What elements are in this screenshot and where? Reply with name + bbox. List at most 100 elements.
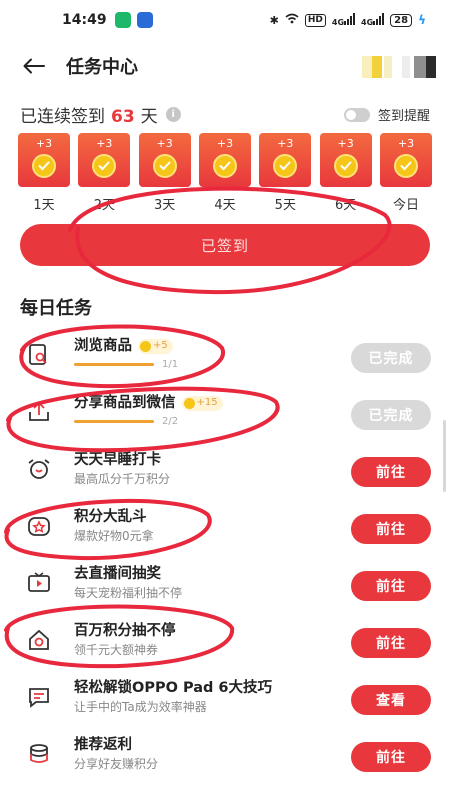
day-reward: +3: [277, 137, 294, 150]
day-card: +3: [18, 133, 70, 187]
coin-icon: [183, 397, 195, 409]
task-progress-text: 1/1: [162, 359, 179, 370]
day-card: +3: [379, 133, 432, 187]
checkin-days: +3 1天 +3 2天 +3 3天 +3 4天 +3 5天 +3 6天 +3 今日: [18, 133, 432, 213]
day-label: 今日: [392, 198, 419, 213]
task-list: 浏览商品 +5 1/1 已完成 分享商品到微信 +15 2/2 已完成 天天早睡打卡 最高瓜分千万…: [0, 326, 450, 782]
task-go-button[interactable]: 前往: [351, 742, 431, 772]
charging-icon: ϟ: [418, 13, 426, 27]
reminder-toggle[interactable]: [343, 107, 370, 122]
task-row: 积分大乱斗 爆款好物0元拿 前往: [0, 497, 450, 554]
scrollbar[interactable]: [443, 420, 446, 492]
task-go-button[interactable]: 前往: [351, 514, 431, 544]
task-row: 分享商品到微信 +15 2/2 已完成: [0, 383, 450, 440]
day-label: 5天: [274, 198, 296, 213]
header: 任务中心: [0, 46, 450, 86]
task-row: 轻松解锁OPPO Pad 6大技巧 让手中的Ta成为效率神器 查看: [0, 668, 450, 725]
checked-coin-icon: [152, 154, 177, 178]
task-subtitle: 爆款好物0元拿: [74, 529, 154, 543]
task-row: 天天早睡打卡 最高瓜分千万积分 前往: [0, 440, 450, 497]
cellular-signal-icon-2: 4G: [361, 12, 385, 28]
day-label: 2天: [93, 198, 115, 213]
points-badge: +5: [138, 338, 173, 354]
avatar[interactable]: [362, 56, 440, 78]
task-info: 推荐返利 分享好友赚积分: [74, 735, 334, 773]
day-reward: +3: [397, 137, 415, 150]
signed-in-button[interactable]: 已签到: [20, 224, 430, 266]
day-card: +3: [138, 133, 191, 187]
day-reward: +3: [96, 137, 113, 150]
back-button[interactable]: [14, 46, 54, 86]
day-label: 4天: [214, 198, 236, 213]
checkin-day: +3 5天: [259, 133, 312, 213]
task-go-button[interactable]: 前往: [351, 628, 431, 658]
task-row: 去直播间抽奖 每天宠粉福利抽不停 前往: [0, 554, 450, 611]
day-card: +3: [259, 133, 312, 187]
day-reward: +3: [35, 137, 53, 150]
bluetooth-icon: ✱: [269, 13, 279, 27]
task-subtitle: 每天宠粉福利抽不停: [74, 586, 183, 600]
task-progress-bar: [74, 363, 154, 366]
task-info: 百万积分抽不停 领千元大额神券: [74, 621, 334, 659]
wifi-icon: [285, 13, 299, 27]
points-badge: +15: [181, 395, 223, 411]
task-row: 推荐返利 分享好友赚积分 前往: [0, 725, 450, 782]
task-name: 天天早睡打卡: [74, 452, 161, 468]
day-label: 6天: [335, 198, 357, 213]
task-subtitle: 最高瓜分千万积分: [74, 472, 171, 486]
task-name: 分享商品到微信: [74, 395, 176, 411]
checked-coin-icon: [273, 154, 298, 178]
task-go-button[interactable]: 查看: [351, 685, 431, 715]
day-reward: +3: [216, 137, 234, 150]
task-subtitle: 让手中的Ta成为效率神器: [74, 700, 207, 714]
task-name: 积分大乱斗: [74, 509, 147, 525]
search-doc-icon: [22, 340, 56, 370]
checkin-day: +3 2天: [78, 133, 131, 213]
alarm-clock-icon: [22, 454, 56, 484]
task-info: 去直播间抽奖每天宠粉福利抽不停: [74, 564, 334, 602]
daily-tasks-title: 每日任务: [20, 298, 92, 319]
checked-coin-icon: [333, 154, 358, 178]
checkin-day: +3 4天: [198, 133, 251, 213]
wechat-notification-icon: [114, 12, 131, 28]
home-star-icon: [22, 625, 56, 655]
streak-count: 63: [111, 107, 135, 127]
day-card: +3: [319, 133, 372, 187]
day-card: +3: [78, 133, 131, 187]
day-reward: +3: [337, 137, 354, 150]
task-name: 浏览商品: [74, 338, 132, 354]
task-go-button[interactable]: 前往: [351, 571, 431, 601]
status-bar: 14:49 ✱ HD 4G 4G 28 ϟ: [0, 0, 450, 40]
streak-text: 已连续签到 63 天: [20, 107, 158, 127]
task-name: 去直播间抽奖: [74, 566, 161, 582]
task-info: 积分大乱斗爆款好物0元拿: [74, 507, 334, 545]
checked-coin-icon: [92, 154, 117, 178]
coin-stack-icon: [22, 739, 56, 769]
status-time: 14:49: [62, 12, 107, 28]
star-badge-icon: [22, 511, 56, 541]
app-notification-icon: [136, 12, 153, 28]
battery-icon: 28: [390, 13, 413, 27]
coin-icon: [140, 340, 151, 352]
checked-coin-icon: [32, 154, 56, 178]
day-label: 3天: [154, 198, 176, 213]
task-go-button[interactable]: 前往: [351, 457, 431, 487]
task-completed-button[interactable]: 已完成: [351, 343, 431, 373]
hd-indicator: HD: [304, 13, 326, 27]
back-arrow-icon: [23, 58, 45, 74]
checked-coin-icon: [393, 154, 418, 178]
checked-coin-icon: [212, 154, 237, 178]
checkin-day: +3 1天: [18, 133, 70, 213]
status-indicators: ✱ HD 4G 4G 28 ϟ: [269, 12, 426, 28]
task-info: 轻松解锁OPPO Pad 6大技巧 让手中的Ta成为效率神器: [74, 678, 334, 716]
live-tv-icon: [22, 568, 56, 598]
reminder-label: 签到提醒: [377, 109, 430, 124]
day-label: 1天: [33, 198, 55, 213]
task-info: 分享商品到微信 +15 2/2: [74, 393, 334, 427]
task-completed-button[interactable]: 已完成: [351, 400, 431, 430]
task-progress-bar: [74, 420, 154, 423]
day-reward: +3: [156, 137, 173, 150]
day-card: +3: [198, 133, 251, 187]
task-subtitle: 领千元大额神券: [74, 643, 159, 657]
info-icon[interactable]: i: [165, 107, 181, 122]
